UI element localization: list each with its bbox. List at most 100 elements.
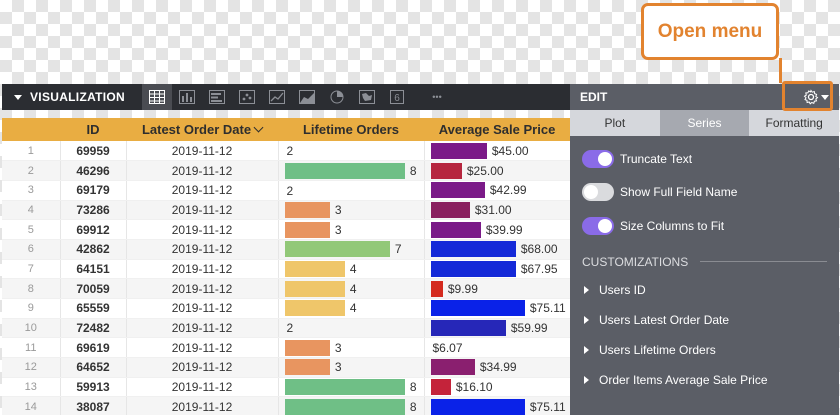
bar-chart-icon[interactable] (202, 84, 232, 110)
table-row: 11 69619 2019-11-12 3 $6.07 (2, 337, 570, 359)
orders-bar (284, 359, 330, 376)
row-number: 3 (2, 180, 61, 201)
orders-value: 2 (286, 144, 294, 158)
cell-id: 65559 (60, 298, 127, 319)
header-id[interactable]: ID (60, 118, 127, 141)
cell-latest-order-date: 2019-11-12 (126, 219, 279, 240)
expand-arrow-icon (584, 345, 589, 354)
customization-item[interactable]: Order Items Average Sale Price (570, 365, 839, 395)
price-value: $75.11 (529, 399, 566, 414)
area-chart-icon[interactable] (292, 84, 322, 110)
header-orders-label: Lifetime Orders (302, 122, 400, 137)
table-row: 10 72482 2019-11-12 2 $59.99 (2, 318, 570, 339)
toggle-row: Show Full Field Name (570, 176, 839, 210)
cell-lifetime-orders: 8 (278, 396, 425, 415)
table-header-row: ID Latest Order Date Lifetime Orders Ave… (2, 118, 570, 141)
header-average-sale-price[interactable]: Average Sale Price (424, 118, 570, 141)
toggle-switch[interactable] (582, 216, 614, 235)
orders-value: 3 (334, 340, 342, 355)
header-lifetime-orders[interactable]: Lifetime Orders (278, 118, 425, 141)
table-icon[interactable] (142, 84, 172, 110)
map-icon[interactable] (352, 84, 382, 110)
more-glyph: ••• (432, 92, 442, 102)
gear-highlight-box (782, 81, 833, 111)
row-number: 13 (2, 377, 61, 398)
cell-id: 73286 (60, 200, 127, 221)
customization-item[interactable]: Users Lifetime Orders (570, 335, 839, 365)
cell-id: 69912 (60, 219, 127, 240)
more-icon[interactable]: ••• (422, 84, 452, 110)
tab-series[interactable]: Series (659, 110, 750, 136)
customization-item[interactable]: Users ID (570, 275, 839, 305)
orders-bar (284, 162, 405, 179)
customizations-heading: CUSTOMIZATIONS (570, 249, 839, 275)
cell-id: 69959 (60, 141, 127, 162)
cell-average-sale-price: $16.10 (424, 377, 570, 398)
toggle-switch[interactable] (582, 183, 614, 202)
caret-down-icon (14, 94, 22, 100)
cell-lifetime-orders: 7 (278, 239, 425, 260)
cell-latest-order-date: 2019-11-12 (126, 259, 279, 280)
cell-latest-order-date: 2019-11-12 (126, 298, 279, 319)
orders-bar (284, 260, 345, 277)
scatter-icon[interactable] (232, 84, 262, 110)
toggle-switch[interactable] (582, 149, 614, 168)
orders-bar (284, 379, 405, 396)
table-row: 2 46296 2019-11-12 8 $25.00 (2, 160, 570, 181)
cell-lifetime-orders: 4 (278, 278, 425, 299)
sort-desc-icon[interactable] (253, 122, 264, 133)
customizations-label: CUSTOMIZATIONS (582, 254, 689, 269)
toggle-knob (598, 218, 612, 233)
price-bar (430, 398, 525, 415)
cell-id: 42862 (60, 239, 127, 260)
row-number: 7 (2, 259, 61, 280)
pie-chart-icon[interactable] (322, 84, 352, 110)
cell-average-sale-price: $34.99 (424, 357, 570, 378)
tab-plot[interactable]: Plot (570, 110, 660, 136)
cell-lifetime-orders: 3 (278, 200, 425, 221)
edit-panel: EDIT Plot Series Formatting Truncate Tex… (570, 84, 840, 415)
price-value: $6.07 (432, 341, 463, 356)
cell-lifetime-orders: 2 (278, 180, 425, 201)
toggle-row: Truncate Text (570, 142, 839, 176)
toggle-knob (598, 151, 612, 166)
expand-arrow-icon (584, 375, 589, 384)
cell-latest-order-date: 2019-11-12 (126, 278, 279, 299)
cell-average-sale-price: $67.95 (424, 259, 570, 280)
price-bar (430, 142, 487, 159)
tab-formatting[interactable]: Formatting (749, 110, 840, 136)
orders-bar (284, 201, 330, 218)
table-row: 12 64652 2019-11-12 3 $34.99 (2, 357, 570, 378)
expand-arrow-icon (584, 315, 589, 324)
line-chart-icon[interactable] (262, 84, 292, 110)
edit-title: EDIT (580, 90, 608, 104)
price-bar (430, 260, 516, 277)
price-bar (430, 162, 462, 179)
header-row-number (2, 118, 61, 141)
cell-average-sale-price: $75.11 (424, 396, 570, 415)
orders-bar (284, 398, 405, 415)
cell-latest-order-date: 2019-11-12 (126, 396, 279, 415)
cell-lifetime-orders: 4 (278, 259, 425, 280)
table-row: 9 65559 2019-11-12 4 $75.11 (2, 298, 570, 319)
price-value: $16.10 (455, 380, 493, 395)
cell-id: 59913 (60, 377, 127, 398)
row-number: 10 (2, 318, 61, 339)
price-bar (430, 359, 475, 376)
customization-item[interactable]: Users Latest Order Date (570, 305, 839, 335)
visualization-toggle[interactable]: VISUALIZATION (2, 84, 142, 110)
single-value-icon[interactable]: 6 (382, 84, 412, 110)
price-value: $75.11 (529, 301, 566, 316)
cell-latest-order-date: 2019-11-12 (126, 141, 279, 162)
column-chart-icon[interactable] (172, 84, 202, 110)
cell-latest-order-date: 2019-11-12 (126, 337, 279, 359)
cell-latest-order-date: 2019-11-12 (126, 180, 279, 201)
price-value: $67.95 (520, 261, 558, 276)
callout-label: Open menu (657, 20, 763, 42)
price-bar (430, 300, 525, 317)
header-latest-order-date[interactable]: Latest Order Date (126, 118, 279, 141)
price-bar (430, 241, 516, 258)
orders-value: 4 (349, 261, 357, 276)
customization-label: Users ID (599, 282, 646, 297)
row-number: 2 (2, 160, 61, 181)
